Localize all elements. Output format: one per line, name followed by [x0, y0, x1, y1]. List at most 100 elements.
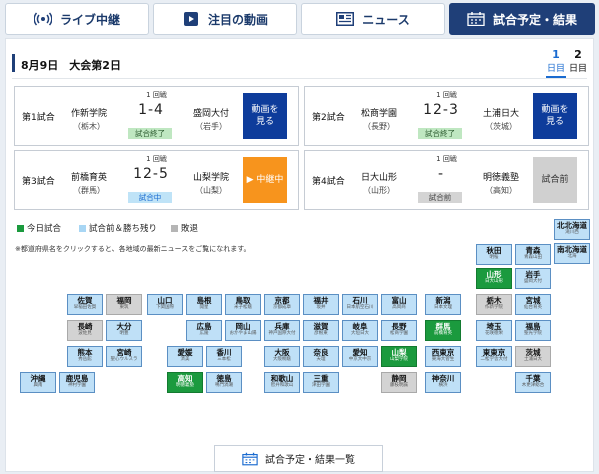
prefecture-school: 明桜 — [489, 255, 499, 260]
prefecture-tile[interactable]: 愛媛 済美 — [167, 346, 203, 367]
prefecture-name: 茨城 — [525, 348, 541, 357]
prefecture-tile[interactable]: 秋田 明桜 — [476, 244, 512, 265]
calendar-icon — [467, 12, 485, 26]
prefecture-school: 京都成章 — [273, 305, 291, 310]
tab-news[interactable]: ニュース — [301, 3, 445, 35]
watch-video-button[interactable]: 動画を 見る — [243, 93, 287, 139]
prefecture-tile[interactable]: 富山 高岡商 — [381, 294, 417, 315]
prefecture-tile[interactable]: 北北海道 滝川西 — [554, 219, 590, 240]
live-stream-button[interactable]: ▶ 中継中 — [243, 157, 287, 203]
prefecture-tile[interactable]: 長野 松商学園 — [381, 320, 417, 341]
prefecture-tile[interactable]: 香川 三本松 — [206, 346, 242, 367]
prefecture-school: 日本文理 — [434, 305, 452, 310]
home-team[interactable]: 日大山形 — [349, 170, 409, 183]
away-team[interactable]: 明徳義塾 — [471, 170, 531, 183]
prefecture-tile[interactable]: 長崎 波佐見 — [67, 320, 103, 341]
prefecture-tile[interactable]: 熊本 秀岳館 — [67, 346, 103, 367]
prefecture-tile[interactable]: 岡山 おかやま山陽 — [225, 320, 261, 341]
prefecture-tile[interactable]: 島根 開星 — [186, 294, 222, 315]
prefecture-tile[interactable]: 広島 広陵 — [186, 320, 222, 341]
prefecture-tile[interactable]: 大分 明豊 — [106, 320, 142, 341]
prefecture-tile[interactable]: 滋賀 彦根東 — [303, 320, 339, 341]
prefecture-tile[interactable]: 三重 津田学園 — [303, 372, 339, 393]
home-team[interactable]: 松商学園 — [349, 106, 409, 119]
prefecture-name: 長野 — [391, 322, 407, 331]
prefecture-tile[interactable]: 群馬 前橋育英 — [425, 320, 461, 341]
prefecture-tile[interactable]: 福岡 東筑 — [106, 294, 142, 315]
prefecture-tile[interactable]: 兵庫 神戸国際大付 — [264, 320, 300, 341]
prefecture-name: 鳥取 — [235, 296, 251, 305]
prefecture-tile[interactable]: 神奈川 横浜 — [425, 372, 461, 393]
prefecture-name: 埼玉 — [486, 322, 502, 331]
prefecture-tile[interactable]: 南北海道 北海 — [554, 243, 590, 264]
prefecture-school: 横浜 — [438, 383, 448, 388]
prefecture-school: 土浦日大 — [524, 357, 542, 362]
prefecture-tile[interactable]: 栃木 作新学院 — [476, 294, 512, 315]
prefecture-name: 奈良 — [313, 348, 329, 357]
prefecture-name: 大分 — [116, 322, 132, 331]
prefecture-tile[interactable]: 石川 日本航空石川 — [342, 294, 378, 315]
prefecture-school: 明豊 — [119, 331, 129, 336]
prefecture-school: 三本松 — [217, 357, 231, 362]
legend-today: 今日試合 — [17, 222, 61, 234]
prefecture-tile[interactable]: 福井 坂井 — [303, 294, 339, 315]
schedule-list-button[interactable]: 試合予定・結果一覧 — [214, 445, 383, 472]
tab-schedule[interactable]: 試合予定・結果 — [449, 3, 595, 35]
prefecture-school: 米子松蔭 — [234, 305, 252, 310]
prefecture-tile[interactable]: 宮城 仙台育英 — [515, 294, 551, 315]
tab-videos[interactable]: 注目の動画 — [153, 3, 297, 35]
prefecture-tile[interactable]: 鹿児島 神村学園 — [59, 372, 95, 393]
prefecture-tile[interactable]: 高知 明徳義塾 — [167, 372, 203, 393]
prefecture-tile[interactable]: 西東京 東海大菅生 — [425, 346, 461, 367]
prefecture-name: 熊本 — [77, 348, 93, 357]
prefecture-tile[interactable]: 静岡 藤枝明誠 — [381, 372, 417, 393]
day-1-link[interactable]: 1 日目 — [545, 48, 567, 74]
prefecture-tile[interactable]: 徳島 鳴門渦潮 — [206, 372, 242, 393]
prefecture-tile[interactable]: 山形 日大山形 — [476, 268, 512, 289]
prefecture-tile[interactable]: 岩手 盛岡大付 — [515, 268, 551, 289]
score: 1-4 — [138, 102, 164, 118]
prefecture-name: 石川 — [352, 296, 368, 305]
away-team[interactable]: 盛岡大付 — [181, 106, 241, 119]
prefecture-tile[interactable]: 青森 青森山田 — [515, 244, 551, 265]
prefecture-tile[interactable]: 岐阜 大垣日大 — [342, 320, 378, 341]
tab-label: 注目の動画 — [207, 12, 268, 27]
tab-live[interactable]: ライブ中継 — [5, 3, 149, 35]
prefecture-name: 兵庫 — [274, 322, 290, 331]
prefecture-tile[interactable]: 鳥取 米子松蔭 — [225, 294, 261, 315]
prefecture-tile[interactable]: 茨城 土浦日大 — [515, 346, 551, 367]
day-2-link[interactable]: 2 日目 — [567, 48, 589, 74]
prefecture-name: 香川 — [216, 348, 232, 357]
prefecture-school: 作新学院 — [485, 305, 503, 310]
prefecture-tile[interactable]: 沖縄 興南 — [20, 372, 56, 393]
prefecture-tile[interactable]: 奈良 天理 — [303, 346, 339, 367]
legend-alive: 試合前＆勝ち残り — [79, 222, 157, 234]
prefecture-school: 前橋育英 — [434, 331, 452, 336]
prefecture-tile[interactable]: 佐賀 早稲田佐賀 — [67, 294, 103, 315]
prefecture-tile[interactable]: 愛知 中京大中京 — [342, 346, 378, 367]
prefecture-name: 岩手 — [525, 270, 541, 279]
prefecture-name: 島根 — [196, 296, 212, 305]
prefecture-tile[interactable]: 京都 京都成章 — [264, 294, 300, 315]
home-team[interactable]: 作新学院 — [59, 106, 119, 119]
prefecture-school: 鳴門渦潮 — [215, 383, 233, 388]
watch-video-button[interactable]: 動画を 見る — [533, 93, 577, 139]
prefecture-tile[interactable]: 和歌山 智弁和歌山 — [264, 372, 300, 393]
prefecture-tile[interactable]: 埼玉 花咲徳栄 — [476, 320, 512, 341]
prefecture-tile[interactable]: 宮崎 聖心ウルスラ — [106, 346, 142, 367]
prefecture-name: 福井 — [313, 296, 329, 305]
prefecture-school: 明徳義塾 — [176, 383, 194, 388]
prefecture-tile[interactable]: 福島 聖光学院 — [515, 320, 551, 341]
prefecture-tile[interactable]: 千葉 木更津総合 — [515, 372, 551, 393]
prefecture-school: 日大山形 — [485, 279, 503, 284]
away-team[interactable]: 土浦日大 — [471, 106, 531, 119]
prefecture-tile[interactable]: 新潟 日本文理 — [425, 294, 461, 315]
status-badge: 試合前 — [418, 192, 462, 203]
date-accent-bar — [12, 54, 15, 72]
prefecture-tile[interactable]: 山口 下関国際 — [147, 294, 183, 315]
prefecture-tile[interactable]: 東東京 二松学舎大付 — [476, 346, 512, 367]
prefecture-tile[interactable]: 大阪 大阪桐蔭 — [264, 346, 300, 367]
home-team[interactable]: 前橋育英 — [59, 170, 119, 183]
away-team[interactable]: 山梨学院 — [181, 170, 241, 183]
prefecture-tile[interactable]: 山梨 山梨学院 — [381, 346, 417, 367]
